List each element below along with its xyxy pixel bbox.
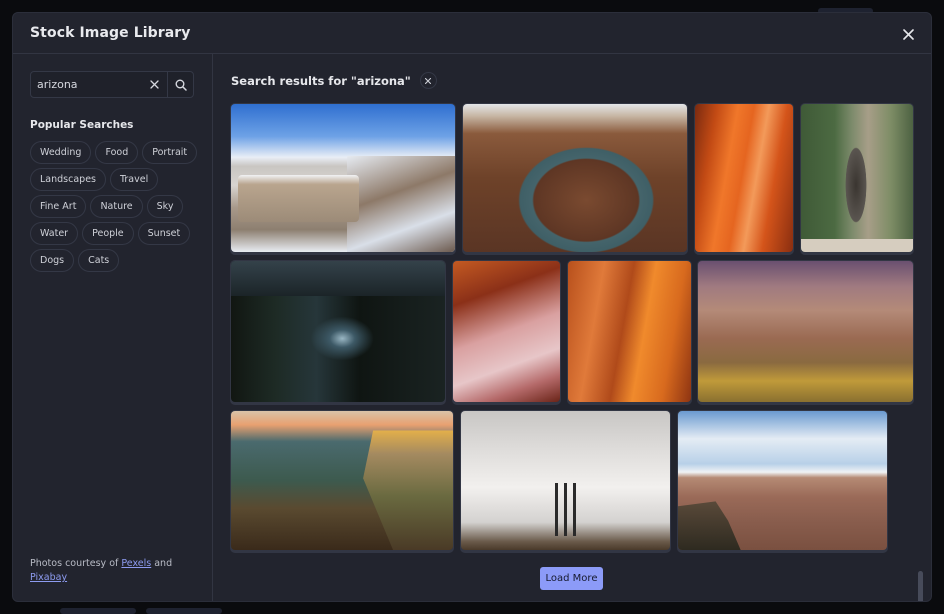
photo-grand-canyon-snow: [231, 104, 455, 252]
tag-fine-art[interactable]: Fine Art: [30, 195, 87, 218]
sidebar: Popular Searches Wedding Food Portrait L…: [13, 54, 213, 601]
tag-people[interactable]: People: [82, 222, 134, 245]
stock-image-library-modal: Stock Image Library Popular Searches Wed…: [12, 12, 932, 602]
photo-horseshoe-bend: [463, 104, 687, 252]
tag-water[interactable]: Water: [30, 222, 79, 245]
tag-food[interactable]: Food: [95, 141, 139, 164]
image-card[interactable]: [697, 260, 914, 405]
photo-power-plant-smoke: [461, 411, 670, 550]
image-card[interactable]: [460, 410, 671, 553]
tag-portrait[interactable]: Portrait: [142, 141, 198, 164]
search-icon: [175, 79, 187, 91]
credits-middle: and: [151, 558, 173, 569]
background-button: [146, 608, 222, 614]
close-icon: [425, 77, 432, 84]
photo-waterfall-night: [231, 261, 445, 402]
popular-tags: Wedding Food Portrait Landscapes Travel …: [30, 141, 205, 272]
clear-search-button[interactable]: [141, 72, 167, 97]
results-panel: Search results for "arizona" Load More: [214, 54, 931, 601]
pixabay-link[interactable]: Pixabay: [30, 572, 67, 583]
clear-results-button[interactable]: [419, 72, 437, 89]
tag-travel[interactable]: Travel: [109, 168, 159, 191]
image-card[interactable]: [230, 260, 446, 405]
clear-icon: [149, 80, 159, 89]
tag-landscapes[interactable]: Landscapes: [30, 168, 106, 191]
results-title: Search results for "arizona": [231, 73, 411, 88]
image-card[interactable]: [800, 103, 914, 255]
tag-nature[interactable]: Nature: [90, 195, 143, 218]
background-button: [60, 608, 136, 614]
tag-cats[interactable]: Cats: [78, 249, 120, 272]
photo-grand-canyon-tree: [698, 261, 913, 402]
photo-grand-canyon-vista: [678, 411, 887, 550]
modal-title: Stock Image Library: [30, 25, 191, 41]
modal-header: Stock Image Library: [13, 13, 931, 54]
pexels-link[interactable]: Pexels: [121, 558, 151, 569]
tag-dogs[interactable]: Dogs: [30, 249, 75, 272]
search-box: [30, 71, 194, 98]
load-more-button[interactable]: Load More: [540, 567, 603, 590]
image-card[interactable]: [694, 103, 794, 255]
image-card[interactable]: [677, 410, 888, 553]
tag-sunset[interactable]: Sunset: [137, 222, 191, 245]
photo-credits: Photos courtesy of Pexels and Pixabay: [30, 557, 200, 585]
image-card[interactable]: [452, 260, 561, 405]
photo-grand-canyon-sunset: [231, 411, 453, 550]
photo-antelope-canyon-pink: [453, 261, 560, 402]
search-input[interactable]: [31, 72, 141, 97]
image-card[interactable]: [462, 103, 688, 255]
photo-antelope-canyon-orange: [695, 104, 793, 252]
photo-antelope-canyon-light: [568, 261, 691, 402]
image-grid: [230, 103, 916, 553]
tag-wedding[interactable]: Wedding: [30, 141, 92, 164]
close-icon: [902, 28, 914, 40]
close-modal-button[interactable]: [899, 25, 917, 43]
photo-roadrunner-cactus: [801, 104, 913, 252]
scrollbar-thumb[interactable]: [918, 571, 923, 601]
image-card[interactable]: [230, 410, 454, 553]
popular-searches-title: Popular Searches: [30, 119, 134, 131]
credits-prefix: Photos courtesy of: [30, 558, 122, 569]
tag-sky[interactable]: Sky: [146, 195, 184, 218]
search-button[interactable]: [167, 72, 193, 97]
image-card[interactable]: [567, 260, 692, 405]
results-header: Search results for "arizona": [231, 72, 437, 89]
image-card[interactable]: [230, 103, 456, 255]
